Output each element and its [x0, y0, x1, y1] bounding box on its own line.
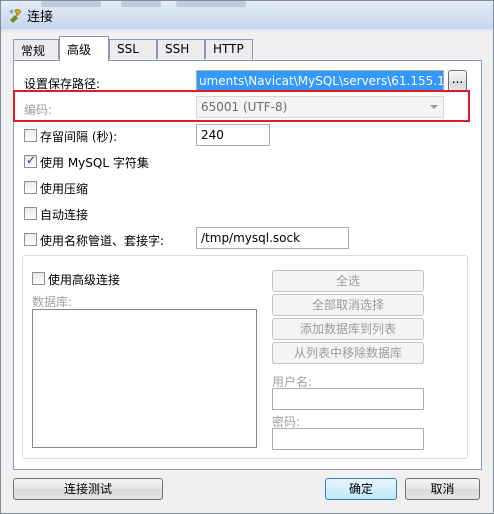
browse-button[interactable]: ...: [448, 70, 467, 92]
highlight-box: [13, 90, 470, 122]
settings-path-input[interactable]: uments\Navicat\MySQL\servers\61.155.169.…: [196, 70, 444, 92]
deselect-all-button[interactable]: 全部取消选择: [272, 294, 424, 316]
select-all-button[interactable]: 全选: [272, 270, 424, 292]
named-pipe-checkbox[interactable]: [24, 233, 37, 246]
test-connection-button[interactable]: 连接测试: [13, 478, 163, 500]
password-input[interactable]: [272, 428, 424, 450]
cancel-button[interactable]: 取消: [405, 478, 480, 500]
connection-dialog: 连接 常规 高级 SSL SSH HTTP 设置保存路径: uments\Nav…: [0, 0, 494, 514]
database-label: 数据库:: [32, 295, 73, 309]
username-input[interactable]: [272, 388, 424, 410]
auto-connect-checkbox[interactable]: [24, 207, 37, 220]
remove-database-button[interactable]: 从列表中移除数据库: [272, 342, 424, 364]
panel-content: 设置保存路径: uments\Navicat\MySQL\servers\61.…: [1, 1, 494, 514]
mysql-charset-checkbox[interactable]: [24, 153, 37, 168]
mysql-charset-label: 使用 MySQL 字符集: [40, 156, 149, 170]
auto-connect-label: 自动连接: [40, 208, 89, 222]
advanced-connection-label: 使用高级连接: [48, 273, 121, 287]
ok-button[interactable]: 确定: [325, 478, 397, 500]
compression-label: 使用压缩: [40, 182, 89, 196]
keepalive-label: 存留间隔 (秒):: [40, 130, 118, 144]
socket-path-input[interactable]: /tmp/mysql.sock: [196, 227, 349, 249]
named-pipe-label: 使用名称管道、套接字:: [40, 234, 165, 248]
keepalive-checkbox[interactable]: [24, 129, 37, 142]
advanced-connection-checkbox[interactable]: [32, 272, 45, 285]
database-list[interactable]: [32, 309, 257, 448]
keepalive-input[interactable]: 240: [196, 124, 270, 146]
add-database-button[interactable]: 添加数据库到列表: [272, 318, 424, 340]
compression-checkbox[interactable]: [24, 181, 37, 194]
